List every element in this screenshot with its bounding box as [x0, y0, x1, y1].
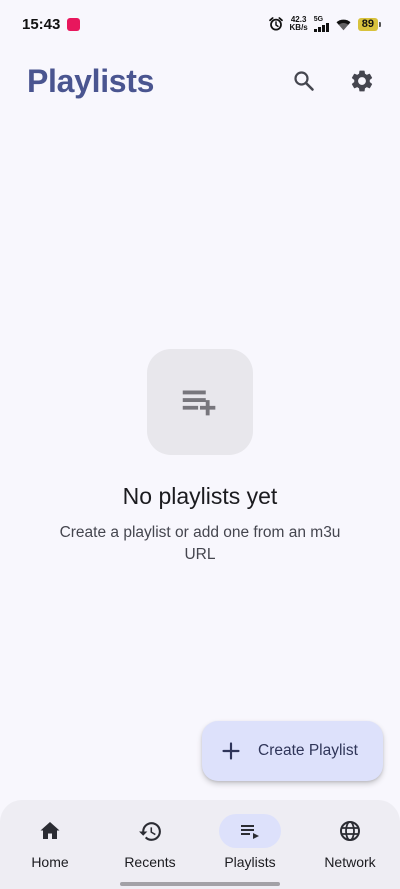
gesture-handle[interactable]: [120, 882, 280, 886]
wifi-icon: [336, 19, 351, 31]
nav-item-recents[interactable]: Recents: [105, 814, 195, 870]
globe-icon: [340, 821, 360, 841]
nav-icon-container-active: [219, 814, 281, 848]
nav-label-playlists: Playlists: [224, 854, 276, 870]
nav-icon-container: [319, 814, 381, 848]
gear-icon: [351, 70, 373, 92]
alarm-icon: [268, 17, 283, 31]
app-notification-icon: [67, 17, 81, 31]
top-actions: [286, 63, 380, 99]
search-button[interactable]: [286, 63, 322, 99]
signal-bars-icon: [313, 23, 329, 32]
net-speed: 42.3 KB/s: [290, 16, 308, 32]
battery-indicator: 89: [357, 17, 382, 31]
settings-button[interactable]: [344, 63, 380, 99]
status-bar: 15:43 42.3 KB/s 5G 89: [0, 0, 400, 48]
create-playlist-label: Create Playlist: [258, 742, 358, 759]
plus-icon: [222, 742, 240, 760]
empty-state: No playlists yet Create a playlist or ad…: [0, 349, 400, 566]
network-type: 5G: [313, 16, 324, 23]
nav-icon-container: [19, 814, 81, 848]
empty-state-title: No playlists yet: [122, 483, 278, 509]
bottom-navigation: Home Recents Playlists Network: [0, 800, 400, 889]
nav-label-recents: Recents: [124, 854, 176, 870]
nav-label-network: Network: [324, 854, 376, 870]
nav-item-playlists[interactable]: Playlists: [205, 814, 295, 870]
empty-state-icon-box: [147, 349, 253, 455]
nav-item-network[interactable]: Network: [305, 814, 395, 870]
home-icon: [40, 822, 60, 839]
top-app-bar: Playlists: [0, 56, 400, 106]
create-playlist-button[interactable]: Create Playlist: [202, 721, 383, 781]
playlist-add-icon: [182, 390, 216, 416]
status-right: 42.3 KB/s 5G 89: [268, 16, 382, 32]
status-left: 15:43: [22, 15, 81, 33]
nav-item-home[interactable]: Home: [5, 814, 95, 870]
net-speed-unit: KB/s: [289, 23, 308, 32]
history-icon: [138, 821, 161, 841]
page-title: Playlists: [27, 62, 155, 99]
nav-icon-container: [119, 814, 181, 848]
empty-state-subtitle: Create a playlist or add one from an m3u…: [59, 524, 341, 563]
cellular-signal: 5G: [313, 16, 329, 32]
status-time: 15:43: [22, 15, 61, 33]
search-icon: [294, 71, 314, 91]
playlist-play-icon: [241, 825, 259, 839]
nav-label-home: Home: [31, 854, 69, 870]
